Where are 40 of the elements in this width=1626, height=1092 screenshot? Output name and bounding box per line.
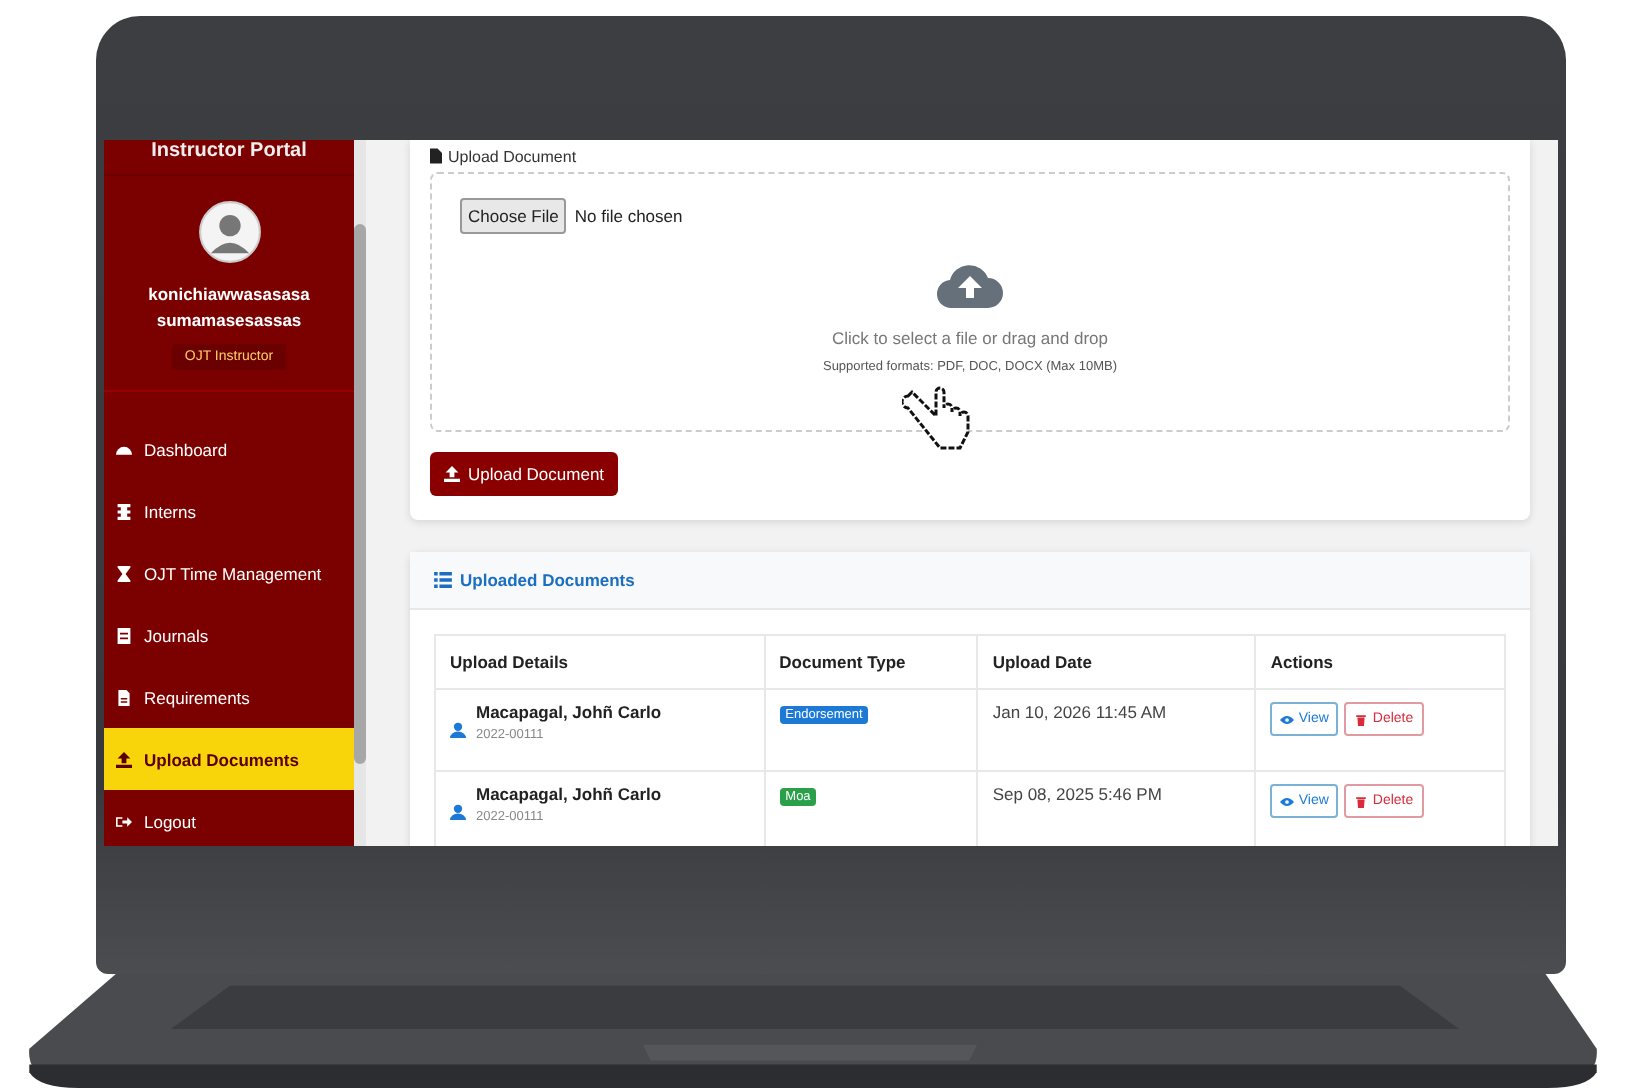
column-header: Upload Details: [435, 635, 765, 689]
upload-icon: [444, 466, 460, 482]
drop-instruction: Click to select a file or drag and drop: [832, 328, 1108, 348]
column-header: Upload Date: [977, 635, 1256, 689]
upload-document-button[interactable]: Upload Document: [430, 452, 619, 496]
upload-date: Sep 08, 2025 5:46 PM: [992, 784, 1162, 804]
eye-icon: [1280, 713, 1295, 725]
column-header: Actions: [1255, 635, 1505, 689]
nav-item[interactable]: Journals: [104, 604, 354, 666]
person-icon: [450, 804, 466, 820]
uploader-name: Macapagal, Johñ Carlo: [476, 702, 662, 722]
card-title: Uploaded Documents: [460, 570, 635, 590]
nav-item[interactable]: OJT Time Management: [104, 542, 354, 604]
nav-item[interactable]: Requirements: [104, 666, 354, 728]
gauge-icon: [116, 441, 132, 457]
eye-icon: [1280, 795, 1295, 807]
nav-item[interactable]: Upload Documents: [104, 728, 354, 790]
file-status: No file chosen: [574, 206, 683, 226]
book-icon: [116, 627, 132, 643]
file-icon: [430, 148, 442, 164]
choose-file-button[interactable]: Choose File: [460, 198, 567, 234]
file-icon: [116, 689, 132, 705]
user-name: konichiawwasasasa sumamasesassas: [146, 282, 312, 334]
section-label: Upload Document: [448, 147, 577, 165]
nav-item[interactable]: Dashboard: [104, 418, 354, 480]
nav-item[interactable]: Logout: [104, 790, 354, 846]
upload-icon: [116, 751, 132, 767]
column-header: Document Type: [764, 635, 978, 689]
cloud-upload-icon: [936, 262, 1004, 310]
hourglass-icon: [116, 565, 132, 581]
logout-icon: [116, 813, 132, 829]
person-icon: [450, 722, 466, 738]
nav-item[interactable]: Interns: [104, 480, 354, 542]
upload-date: Jan 10, 2026 11:45 AM: [992, 702, 1167, 722]
uploader-name: Macapagal, Johñ Carlo: [476, 784, 662, 804]
avatar-icon: [197, 200, 261, 264]
trash-icon: [1354, 795, 1369, 807]
list-icon: [434, 572, 452, 588]
trash-icon: [1354, 713, 1369, 725]
scrollbar[interactable]: [354, 140, 366, 846]
